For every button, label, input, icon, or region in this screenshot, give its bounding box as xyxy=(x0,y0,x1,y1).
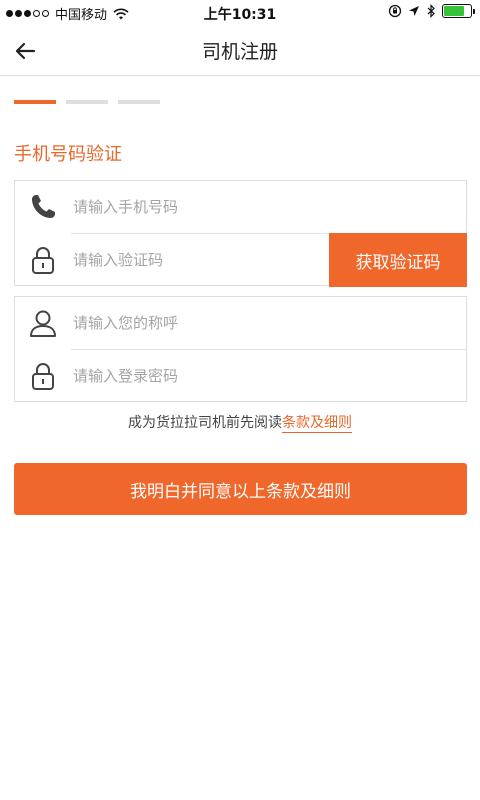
step-2 xyxy=(66,100,108,104)
phone-input[interactable] xyxy=(71,187,466,227)
status-bar: 中国移动 上午10:31 xyxy=(0,0,480,26)
lock-icon xyxy=(15,234,71,286)
phone-row xyxy=(15,181,466,233)
user-icon xyxy=(15,297,71,349)
nickname-input[interactable] xyxy=(71,303,466,343)
terms-link[interactable]: 条款及细则 xyxy=(282,415,352,433)
get-code-button[interactable]: 获取验证码 xyxy=(329,233,467,287)
step-1 xyxy=(14,100,56,104)
nickname-row xyxy=(15,297,466,349)
lock-rotation-icon xyxy=(388,4,402,18)
nav-bar: 司机注册 xyxy=(0,26,480,76)
step-indicator xyxy=(14,100,160,104)
password-input[interactable] xyxy=(71,356,466,396)
terms-notice: 成为货拉拉司机前先阅读条款及细则 xyxy=(0,412,480,433)
password-row xyxy=(15,350,466,402)
phone-verify-group: 获取验证码 xyxy=(14,180,467,287)
bluetooth-icon xyxy=(427,4,435,18)
section-title: 手机号码验证 xyxy=(14,144,122,165)
lock-icon xyxy=(15,350,71,402)
page-title: 司机注册 xyxy=(201,41,278,63)
account-group xyxy=(14,296,467,402)
battery-icon xyxy=(442,4,475,18)
phone-icon xyxy=(15,181,71,233)
step-3 xyxy=(118,100,160,104)
status-bar-right xyxy=(388,4,475,18)
agree-button[interactable]: 我明白并同意以上条款及细则 xyxy=(14,463,467,515)
location-icon xyxy=(409,6,419,16)
terms-prefix: 成为货拉拉司机前先阅读 xyxy=(128,415,282,431)
